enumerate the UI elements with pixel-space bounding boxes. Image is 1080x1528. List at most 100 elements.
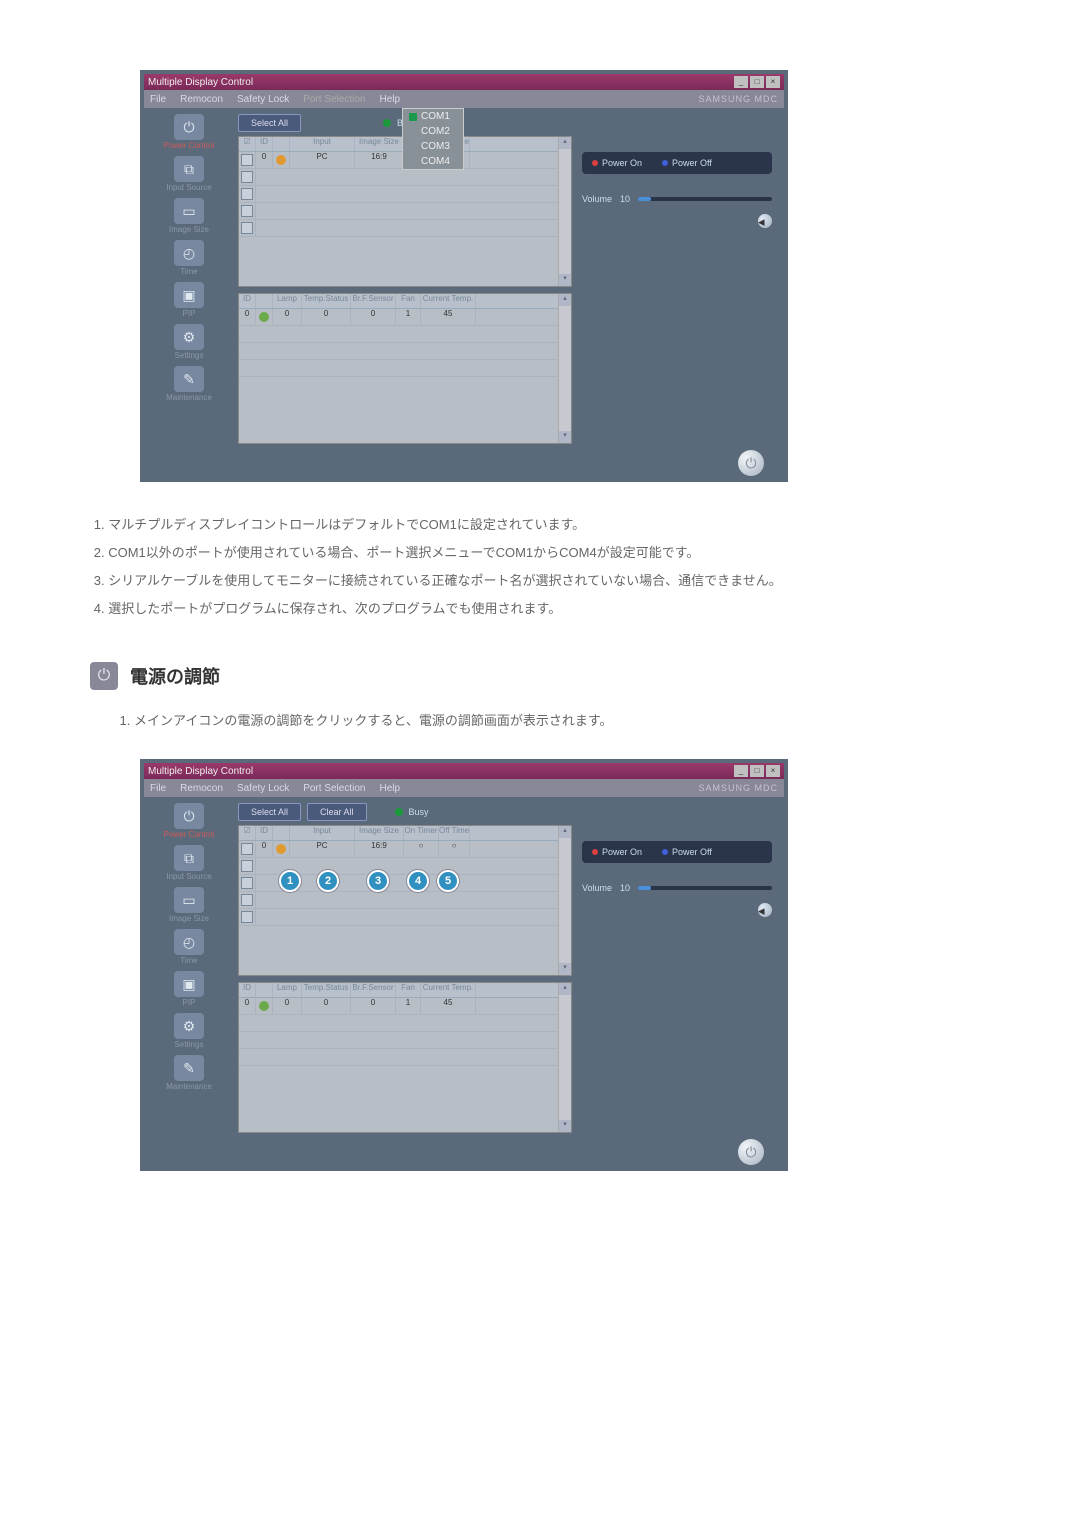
- close-button[interactable]: ×: [766, 76, 780, 88]
- menu-remocon[interactable]: Remocon: [180, 94, 223, 105]
- scrollbar[interactable]: ▴ ▾: [558, 983, 571, 1132]
- scrollbar[interactable]: ▴ ▾: [558, 137, 571, 286]
- table-row[interactable]: 0 0 0 0 1 45: [239, 309, 558, 326]
- pip-icon: ▣: [174, 282, 204, 308]
- port-dropdown[interactable]: COM1 COM2 COM3 COM4: [402, 108, 464, 170]
- sub-note-list: メインアイコンの電源の調節をクリックすると、電源の調節画面が表示されます。: [94, 710, 1010, 729]
- sidebar-item-time[interactable]: ◴ Time: [174, 240, 204, 276]
- scroll-down-icon[interactable]: ▾: [559, 431, 571, 443]
- slider-knob-icon[interactable]: ◂: [758, 214, 772, 228]
- menu-help[interactable]: Help: [379, 94, 400, 105]
- checkbox[interactable]: [241, 843, 253, 855]
- callout-1: 1: [279, 870, 301, 892]
- window-title: Multiple Display Control: [148, 77, 253, 88]
- power-icon: ⏻: [174, 114, 204, 140]
- menu-file[interactable]: File: [150, 783, 166, 794]
- col-input: Input: [290, 137, 355, 151]
- titlebar: Multiple Display Control _ □ ×: [144, 763, 784, 779]
- status-amber-icon: [276, 844, 286, 854]
- volume-value: 10: [620, 883, 630, 893]
- power-bar: Power On Power Off: [582, 841, 772, 863]
- sidebar-item-settings[interactable]: ⚙ Settings: [174, 324, 204, 360]
- volume-slider[interactable]: [638, 197, 772, 201]
- sidebar-item-input[interactable]: ⧉ Input Source: [166, 845, 211, 881]
- col-status: [273, 137, 290, 151]
- sidebar: ⏻ Power Control ⧉ Input Source ▭ Image S…: [144, 797, 234, 1137]
- scroll-up-icon[interactable]: ▴: [559, 826, 571, 838]
- menu-file[interactable]: File: [150, 94, 166, 105]
- col2-id: ID: [239, 294, 256, 308]
- sidebar-item-pip[interactable]: ▣ PIP: [174, 282, 204, 318]
- power-icon: ⏻: [174, 803, 204, 829]
- col2-currenttemp: Current Temp.: [421, 294, 476, 308]
- minimize-button[interactable]: _: [734, 76, 748, 88]
- col-id: ID: [256, 137, 273, 151]
- select-all-button[interactable]: Select All: [238, 803, 301, 821]
- maximize-button[interactable]: □: [750, 76, 764, 88]
- check-icon: [409, 113, 417, 121]
- col2-tempstatus: Temp.Status: [302, 294, 351, 308]
- main-power-knob-icon[interactable]: ⏻: [738, 450, 764, 476]
- volume-slider[interactable]: [638, 886, 772, 890]
- menu-remocon[interactable]: Remocon: [180, 783, 223, 794]
- scrollbar[interactable]: ▴ ▾: [558, 294, 571, 443]
- table-row[interactable]: 0 PC 16:9 ○ ○: [239, 841, 558, 858]
- menubar: File Remocon Safety Lock Port Selection …: [144, 779, 784, 797]
- sidebar-item-settings[interactable]: ⚙ Settings: [174, 1013, 204, 1049]
- sidebar-item-time[interactable]: ◴ Time: [174, 929, 204, 965]
- menu-safety[interactable]: Safety Lock: [237, 783, 289, 794]
- table-row[interactable]: 0 PC 16:9 ○ ○: [239, 152, 558, 169]
- status-grid: ID Lamp Temp.Status Br.F.Sensor Fan Curr…: [238, 293, 572, 444]
- select-all-button[interactable]: Select All: [238, 114, 301, 132]
- window-title: Multiple Display Control: [148, 766, 253, 777]
- toolbar: Select All Clear All Busy: [238, 801, 572, 823]
- scroll-down-icon[interactable]: ▾: [559, 963, 571, 975]
- maximize-button[interactable]: □: [750, 765, 764, 777]
- close-button[interactable]: ×: [766, 765, 780, 777]
- menu-port[interactable]: Port Selection: [303, 783, 365, 794]
- note-item: マルチプルディスプレイコントロールはデフォルトでCOM1に設定されています。: [108, 512, 1010, 538]
- main-power-knob-icon[interactable]: ⏻: [738, 1139, 764, 1165]
- port-item-com4[interactable]: COM4: [403, 154, 463, 169]
- scroll-up-icon[interactable]: ▴: [559, 137, 571, 149]
- sidebar-item-power[interactable]: ⏻ Power Control: [164, 803, 215, 839]
- scroll-up-icon[interactable]: ▴: [559, 983, 571, 995]
- sidebar-item-maintenance[interactable]: ✎ Maintenance: [166, 366, 212, 402]
- power-section-icon: ⏻: [90, 662, 118, 690]
- red-dot-icon: [592, 849, 598, 855]
- power-on-button[interactable]: Power On: [592, 847, 642, 857]
- sidebar-item-maintenance[interactable]: ✎ Maintenance: [166, 1055, 212, 1091]
- sidebar-item-power[interactable]: ⏻ Power Control: [164, 114, 215, 150]
- sidebar-item-pip[interactable]: ▣ PIP: [174, 971, 204, 1007]
- power-on-button[interactable]: Power On: [592, 158, 642, 168]
- app-window-2: Multiple Display Control _ □ × File Remo…: [140, 759, 788, 1171]
- scroll-down-icon[interactable]: ▾: [559, 1120, 571, 1132]
- scroll-up-icon[interactable]: ▴: [559, 294, 571, 306]
- blue-dot-icon: [662, 160, 668, 166]
- power-off-button[interactable]: Power Off: [662, 158, 712, 168]
- slider-knob-icon[interactable]: ◂: [758, 903, 772, 917]
- sidebar-item-input[interactable]: ⧉ Input Source: [166, 156, 211, 192]
- port-item-com2[interactable]: COM2: [403, 124, 463, 139]
- scrollbar[interactable]: ▴ ▾: [558, 826, 571, 975]
- sidebar-item-imagesize[interactable]: ▭ Image Size: [169, 198, 209, 234]
- note-item: シリアルケーブルを使用してモニターに接続されている正確なポート名が選択されていな…: [108, 568, 1010, 594]
- red-dot-icon: [592, 160, 598, 166]
- port-item-com3[interactable]: COM3: [403, 139, 463, 154]
- time-icon: ◴: [174, 240, 204, 266]
- scroll-down-icon[interactable]: ▾: [559, 274, 571, 286]
- input-source-icon: ⧉: [174, 156, 204, 182]
- minimize-button[interactable]: _: [734, 765, 748, 777]
- notes-list: マルチプルディスプレイコントロールはデフォルトでCOM1に設定されています。 C…: [90, 512, 1010, 622]
- clear-all-button[interactable]: Clear All: [307, 803, 367, 821]
- port-item-com1[interactable]: COM1: [403, 109, 463, 124]
- power-off-button[interactable]: Power Off: [662, 847, 712, 857]
- menu-port[interactable]: Port Selection: [303, 94, 365, 105]
- note-item: COM1以外のポートが使用されている場合、ポート選択メニューでCOM1からCOM…: [108, 540, 1010, 566]
- sidebar-item-imagesize[interactable]: ▭ Image Size: [169, 887, 209, 923]
- volume-label: Volume: [582, 883, 612, 893]
- table-row[interactable]: 0 0 0 0 1 45: [239, 998, 558, 1015]
- checkbox[interactable]: [241, 154, 253, 166]
- menu-safety[interactable]: Safety Lock: [237, 94, 289, 105]
- menu-help[interactable]: Help: [379, 783, 400, 794]
